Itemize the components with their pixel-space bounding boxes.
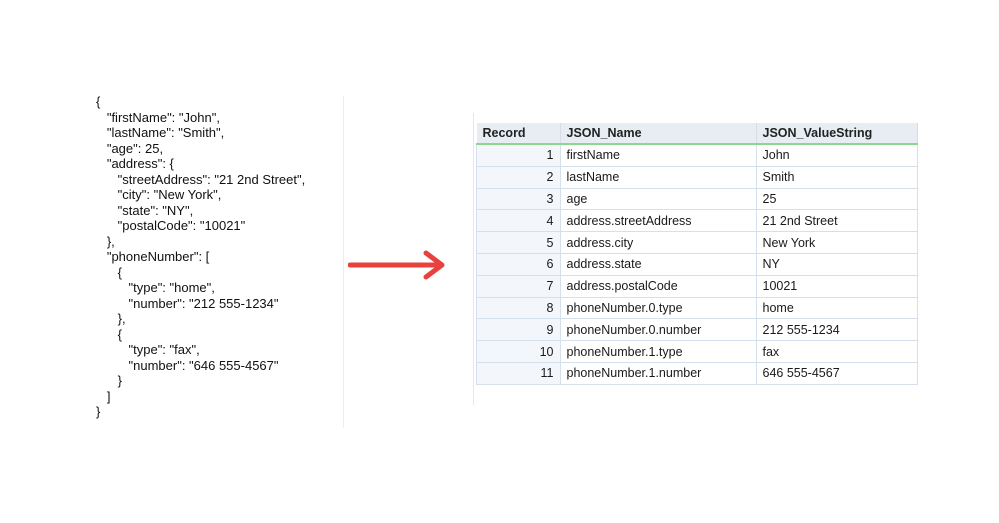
table-row[interactable]: 2 lastName Smith [476,165,918,189]
record-cell[interactable]: 3 [476,187,561,211]
table-row[interactable]: 5 address.city New York [476,231,918,254]
column-header-json-valuestring[interactable]: JSON_ValueString [756,123,918,145]
json-value-cell[interactable]: 25 [755,187,918,211]
code-line: "postalCode": "10021" [96,218,246,233]
json-value-cell[interactable]: 21 2nd Street [755,209,918,233]
table-row[interactable]: 9 phoneNumber.0.number 212 555-1234 [476,318,918,342]
record-cell[interactable]: 7 [476,274,561,298]
code-line: { [96,326,123,342]
json-value-cell[interactable]: Smith [755,165,918,189]
json-name-cell[interactable]: address.city [559,231,757,254]
code-line: "type": "home", [96,280,215,295]
code-line: "firstName": "John", [96,109,220,125]
json-name-cell[interactable]: phoneNumber.0.number [559,318,757,342]
table-row[interactable]: 4 address.streetAddress 21 2nd Street [476,209,918,233]
code-line: } [96,373,123,388]
code-line: "type": "fax", [96,342,200,357]
json-name-cell[interactable]: address.streetAddress [559,209,757,233]
json-value-cell[interactable]: New York [755,231,918,254]
code-line: "state": "NY", [96,202,194,218]
json-name-cell[interactable]: address.postalCode [559,274,757,298]
code-line: } [96,404,101,419]
json-name-cell[interactable]: age [559,187,757,211]
record-cell[interactable]: 8 [476,296,561,320]
table-row[interactable]: 11 phoneNumber.1.number 646 555-4567 [476,361,918,385]
table-header-row: Record JSON_Name JSON_ValueString [476,123,918,145]
table-row[interactable]: 7 address.postalCode 10021 [476,274,918,298]
column-header-json-name[interactable]: JSON_Name [560,123,757,145]
record-cell[interactable]: 9 [476,318,561,342]
record-cell[interactable]: 4 [476,209,561,233]
code-line: "phoneNumber": [ [96,249,210,264]
code-line: }, [96,233,115,249]
table-row[interactable]: 10 phoneNumber.1.type fax [476,340,918,363]
record-cell[interactable]: 1 [476,143,561,167]
record-cell[interactable]: 11 [476,361,561,385]
json-source-code: { "firstName": "John", "lastName": "Smit… [96,94,305,420]
record-cell[interactable]: 2 [476,165,561,189]
table-row[interactable]: 8 phoneNumber.0.type home [476,296,918,320]
code-line: }, [96,311,126,326]
json-name-cell[interactable]: phoneNumber.1.number [559,361,757,385]
json-name-cell[interactable]: address.state [559,252,757,276]
code-line: "number": "212 555-1234" [96,295,279,311]
code-line: ] [96,388,111,404]
results-grid-panel: Record JSON_Name JSON_ValueString 1 first… [473,113,920,405]
code-line: "lastName": "Smith", [96,125,225,140]
code-line: "city": "New York", [96,187,222,202]
column-header-record[interactable]: Record [476,123,561,145]
json-value-cell[interactable]: home [755,296,918,320]
code-line: "streetAddress": "21 2nd Street", [96,171,306,187]
record-cell[interactable]: 6 [476,252,561,276]
json-name-cell[interactable]: firstName [559,143,757,167]
json-name-cell[interactable]: phoneNumber.1.type [559,340,757,363]
right-arrow-icon [347,250,450,285]
json-value-cell[interactable]: NY [755,252,918,276]
json-value-cell[interactable]: 212 555-1234 [755,318,918,342]
record-cell[interactable]: 10 [476,340,561,363]
table-row[interactable]: 3 age 25 [476,187,918,211]
code-line: { [96,94,101,109]
json-value-cell[interactable]: fax [755,340,918,363]
results-table: Record JSON_Name JSON_ValueString 1 first… [476,123,918,385]
code-divider [343,96,344,428]
json-value-cell[interactable]: John [755,143,918,167]
json-name-cell[interactable]: phoneNumber.0.type [559,296,757,320]
json-name-cell[interactable]: lastName [559,165,757,189]
table-row[interactable]: 1 firstName John [476,143,918,167]
code-line: "number": "646 555-4567" [96,357,279,373]
code-line: { [96,264,123,280]
table-row[interactable]: 6 address.state NY [476,252,918,276]
json-value-cell[interactable]: 10021 [755,274,918,298]
code-line: "address": { [96,156,174,171]
record-cell[interactable]: 5 [476,231,561,254]
json-value-cell[interactable]: 646 555-4567 [755,361,918,385]
code-line: "age": 25, [96,140,164,156]
